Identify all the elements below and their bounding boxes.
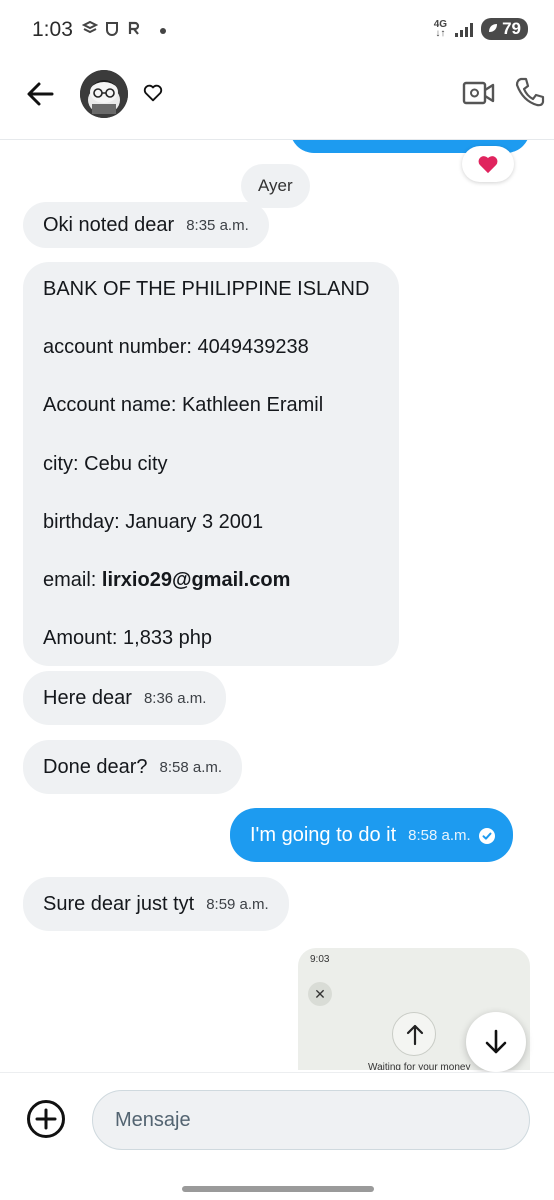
close-icon: ✕: [308, 982, 332, 1006]
home-indicator[interactable]: [182, 1186, 374, 1192]
message-text: Sure dear just tyt: [43, 892, 195, 915]
message-text: Account name: Kathleen Eramil: [43, 394, 324, 417]
add-attachment-button[interactable]: [26, 1099, 66, 1139]
message-text: account number: 4049439238: [43, 336, 309, 359]
message-time: 8:59 a.m.: [206, 895, 269, 913]
back-button[interactable]: [22, 76, 62, 112]
date-separator: Ayer: [241, 164, 310, 208]
app-notification-icon: [104, 20, 120, 36]
message-reaction[interactable]: [462, 146, 514, 182]
avatar-image: [80, 70, 128, 118]
incoming-message-bubble[interactable]: BANK OF THE PHILIPPINE ISLAND account nu…: [23, 262, 399, 666]
arrow-down-icon: [485, 1029, 507, 1054]
network-type: 4G ↓↑: [433, 19, 448, 39]
status-bar: 1:03 4G ↓↑ 79: [0, 0, 554, 60]
conversation-header: [0, 60, 554, 140]
phone-call-icon: [515, 77, 545, 107]
attachment-caption: Waiting for your money: [368, 1062, 471, 1070]
battery-saver-icon: [487, 19, 499, 39]
app-notification-icon: [81, 20, 99, 36]
favorite-toggle[interactable]: [142, 82, 164, 104]
message-text: city: Cebu city: [43, 452, 168, 475]
heart-outline-icon: [143, 84, 163, 102]
status-time: 1:03: [32, 18, 73, 41]
message-text: I'm going to do it: [250, 823, 397, 846]
message-text: Here dear: [43, 686, 132, 709]
incoming-message-bubble[interactable]: Sure dear just tyt 8:59 a.m.: [23, 877, 289, 931]
system-status-icons: 4G ↓↑ 79: [434, 18, 528, 40]
notification-icons: [81, 20, 142, 36]
incoming-message-bubble[interactable]: Here dear 8:36 a.m.: [23, 671, 227, 725]
message-text: birthday: January 3 2001: [43, 510, 264, 533]
app-notification-icon: [126, 20, 142, 36]
email-link[interactable]: lirxio29@gmail.com: [102, 569, 290, 591]
signal-icon: [455, 21, 474, 37]
read-receipt-icon: [478, 827, 495, 844]
arrow-left-icon: [27, 82, 54, 106]
video-call-button[interactable]: [462, 76, 496, 110]
message-text: Oki noted dear: [43, 213, 175, 236]
message-input[interactable]: [92, 1090, 530, 1150]
incoming-message-bubble[interactable]: Done dear? 8:58 a.m.: [23, 740, 243, 794]
battery-indicator: 79: [481, 18, 528, 40]
attachment-status-time: 9:03: [310, 954, 330, 965]
message-list[interactable]: Ayer Oki noted dear 8:35 a.m. BANK OF TH…: [0, 140, 554, 1070]
avatar[interactable]: [80, 70, 128, 118]
message-composer: [0, 1072, 554, 1168]
video-call-icon: [462, 81, 495, 105]
message-text: BANK OF THE PHILIPPINE ISLAND: [43, 278, 370, 300]
heart-filled-icon: [478, 156, 498, 174]
scroll-to-bottom-button[interactable]: [466, 1012, 526, 1072]
message-text: Done dear?: [43, 755, 148, 778]
voice-call-button[interactable]: [512, 74, 548, 110]
message-time: 8:36 a.m.: [143, 689, 207, 707]
message-time: 8:58 a.m.: [408, 826, 471, 844]
navigation-bar: [0, 1168, 554, 1200]
more-notifications-dot: [160, 28, 166, 34]
message-time: 8:58 a.m.: [159, 758, 223, 776]
plus-circle-icon: [27, 1100, 65, 1138]
arrow-up-icon: [392, 1012, 436, 1056]
message-time: 8:35 a.m.: [186, 216, 249, 234]
outgoing-message-bubble[interactable]: I'm going to do it 8:58 a.m.: [230, 808, 513, 862]
battery-level: 79: [502, 19, 521, 38]
incoming-message-bubble[interactable]: Oki noted dear 8:35 a.m.: [23, 202, 269, 248]
message-text: email: lirxio29@gmail.com: [43, 568, 291, 591]
